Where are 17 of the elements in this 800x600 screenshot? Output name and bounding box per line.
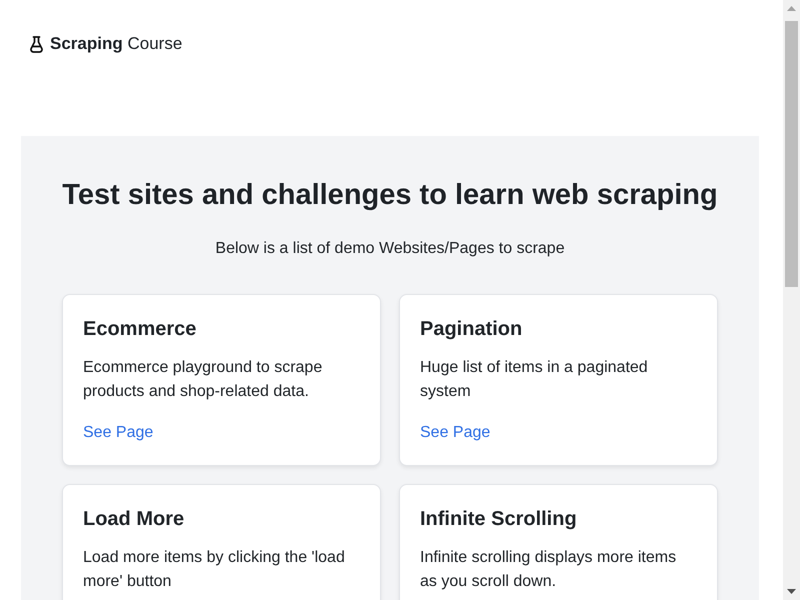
card-title: Load More — [83, 507, 186, 532]
scroll-up-arrow-icon[interactable] — [787, 6, 796, 11]
card-title: Infinite Scrolling — [420, 507, 578, 532]
see-page-link[interactable]: See Page — [83, 421, 154, 445]
scroll-down-arrow-icon[interactable] — [787, 589, 796, 594]
page-subtitle: Below is a list of demo Websites/Pages to scrape — [214, 239, 566, 259]
card-description: Load more items by clicking the 'load more' button — [83, 548, 346, 592]
card-title: Ecommerce — [83, 317, 198, 342]
logo-text[interactable]: Scraping Course — [50, 34, 182, 54]
see-page-link[interactable]: See Page — [420, 421, 490, 445]
card-description: Ecommerce playground to scrape products and shop-related data. — [83, 358, 324, 402]
card-description: Huge list of items in a paginated system — [420, 358, 649, 402]
card-title: Pagination — [420, 317, 524, 342]
card-description: Infinite scrolling displays more items as you scroll down. — [420, 548, 678, 592]
flask-icon — [30, 36, 43, 52]
page-heading: Test sites and challenges to learn web scraping — [62, 178, 718, 213]
scrollbar-thumb[interactable] — [785, 21, 798, 287]
